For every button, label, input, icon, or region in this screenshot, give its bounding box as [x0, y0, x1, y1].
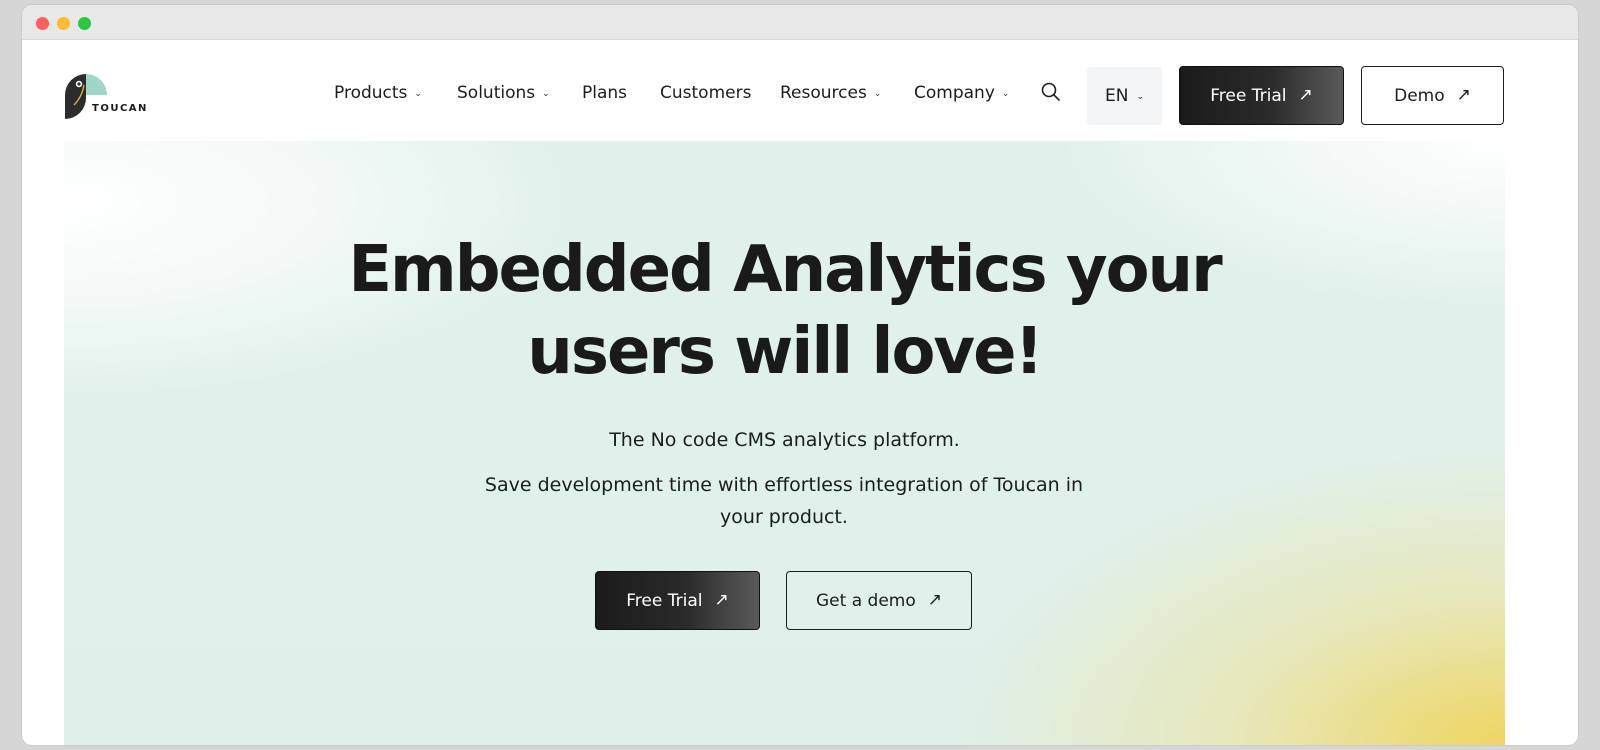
hero-get-demo-label: Get a demo	[816, 590, 916, 611]
free-trial-label: Free Trial	[1210, 85, 1287, 106]
nav-item-label: Products	[334, 83, 408, 103]
hero-get-demo-button[interactable]: Get a demo ↗	[786, 571, 972, 630]
chevron-down-icon: ⌄	[873, 89, 882, 99]
search-icon[interactable]	[1040, 81, 1062, 103]
demo-label: Demo	[1394, 85, 1445, 106]
demo-button[interactable]: Demo ↗	[1361, 66, 1504, 125]
chevron-down-icon: ⌄	[542, 89, 550, 99]
nav-item-plans[interactable]: Plans	[582, 83, 627, 103]
hero-free-trial-label: Free Trial	[626, 590, 703, 611]
arrow-up-right-icon: ↗	[1298, 85, 1313, 105]
nav-item-label: Customers	[660, 83, 752, 103]
hero-title-line-2: users will love!	[527, 315, 1043, 389]
chevron-down-icon: ⌄	[1001, 89, 1010, 99]
hero-description: Save development time with effortless in…	[484, 474, 1084, 528]
nav-item-label: Company	[914, 83, 995, 103]
close-window-button[interactable]	[36, 17, 49, 30]
hero-free-trial-button[interactable]: Free Trial ↗	[595, 571, 760, 630]
toucan-logo[interactable]: TOUCAN	[64, 73, 164, 121]
arrow-up-right-icon: ↗	[1456, 85, 1471, 105]
chevron-down-icon: ⌄	[1136, 92, 1144, 102]
nav-item-solutions[interactable]: Solutions ⌄	[457, 83, 550, 103]
nav-item-label: Plans	[582, 83, 628, 103]
logo-text: TOUCAN	[92, 103, 148, 114]
window-titlebar	[22, 5, 1578, 40]
arrow-up-right-icon: ↗	[927, 590, 942, 610]
hero-subtitle: The No code CMS analytics platform.	[609, 429, 960, 451]
nav-item-resources[interactable]: Resources ⌄	[780, 83, 881, 103]
hero-section: Embedded Analytics your users will love!…	[64, 141, 1505, 745]
hero-title: Embedded Analytics your users will love!	[64, 229, 1505, 393]
language-selector[interactable]: EN ⌄	[1087, 67, 1162, 125]
arrow-up-right-icon: ↗	[714, 590, 729, 610]
nav-item-label: Solutions	[457, 83, 536, 103]
chevron-down-icon: ⌄	[414, 89, 422, 99]
free-trial-button[interactable]: Free Trial ↗	[1179, 66, 1344, 125]
nav-item-company[interactable]: Company ⌄	[914, 83, 1009, 103]
minimize-window-button[interactable]	[57, 17, 70, 30]
hero-title-line-1: Embedded Analytics your	[348, 233, 1222, 307]
language-label: EN	[1104, 86, 1129, 106]
site-navbar: TOUCAN Products ⌄ Solutions ⌄ Plans Cust…	[22, 40, 1578, 150]
nav-item-customers[interactable]: Customers	[660, 83, 751, 103]
browser-window: TOUCAN Products ⌄ Solutions ⌄ Plans Cust…	[22, 5, 1578, 745]
nav-item-label: Resources	[780, 83, 867, 103]
maximize-window-button[interactable]	[78, 17, 91, 30]
nav-item-products[interactable]: Products ⌄	[334, 83, 422, 103]
